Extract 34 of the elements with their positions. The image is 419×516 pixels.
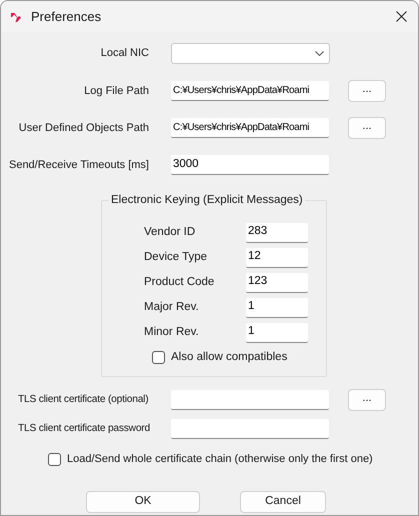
checkbox[interactable] — [48, 452, 61, 466]
checkbox[interactable] — [152, 351, 165, 364]
chevron-down-icon — [315, 51, 324, 56]
path-field[interactable]: C:¥Users¥chris¥AppData¥Roami — [171, 118, 329, 138]
ok-button[interactable]: OK — [86, 490, 200, 512]
keying-field[interactable]: 1 — [246, 298, 308, 318]
field-label: Product Code — [144, 274, 216, 290]
field-label: Log File Path — [83, 84, 149, 99]
keying-field[interactable]: 123 — [246, 272, 308, 292]
field-label: Major Rev. — [144, 300, 200, 315]
cancel-button[interactable]: Cancel — [240, 490, 326, 512]
field-label: Send/Receive Timeouts [ms] — [8, 158, 149, 173]
field-label: TLS client certificate (optional) — [18, 393, 150, 408]
field-label: Minor Rev. — [144, 324, 200, 340]
keying-field[interactable]: 283 — [246, 222, 308, 242]
tls-field[interactable] — [171, 419, 329, 439]
window-title: Preferences — [31, 8, 102, 26]
tls-field[interactable] — [171, 390, 329, 410]
browse-button[interactable]: ... — [348, 117, 386, 139]
browse-button[interactable]: ... — [348, 389, 386, 411]
browse-button[interactable]: ... — [348, 80, 386, 102]
path-field[interactable]: C:¥Users¥chris¥AppData¥Roami — [171, 81, 329, 101]
app-logo-icon — [10, 10, 22, 22]
checkbox-label: Also allow compatibles — [171, 350, 288, 365]
field-label: User Defined Objects Path — [18, 120, 149, 136]
checkbox-label: Load/Send whole certificate chain (otherwise only the first one) — [67, 452, 373, 467]
field-label: Device Type — [144, 250, 208, 265]
timeout-field[interactable]: 3000 — [171, 155, 329, 175]
keying-field[interactable]: 1 — [246, 322, 308, 342]
field-label: TLS client certificate password — [18, 422, 151, 436]
field-label: Local NIC — [100, 46, 149, 62]
keying-field[interactable]: 12 — [246, 248, 308, 268]
close-icon[interactable] — [396, 11, 407, 22]
field-label: Vendor ID — [144, 224, 196, 240]
